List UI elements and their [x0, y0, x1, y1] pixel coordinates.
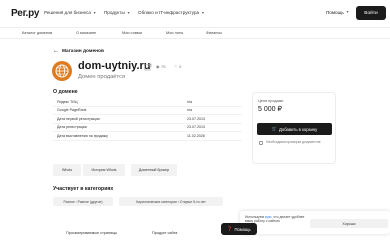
domain-broker-label: Доменный брокер — [138, 168, 170, 172]
whois-history-button[interactable]: История Whois — [83, 164, 125, 176]
row-key: Дата регистрации — [57, 125, 87, 130]
table-row: Дата первой регистрации 23.07.2013 — [53, 115, 242, 124]
price-card: Цена продажи 5 000 ₽ 🛒 Добавить в корзин… — [252, 92, 336, 164]
whois-label: Whois — [62, 168, 72, 172]
logo[interactable]: Рег.ру — [11, 8, 39, 19]
cart-icon: 🛒 — [271, 126, 277, 131]
domain-broker-button[interactable]: Доменный брокер — [131, 164, 177, 176]
pages-column-header: Просматриваемые страницы — [66, 231, 118, 235]
subnav-item-my-lots[interactable]: Мои лоты — [166, 31, 183, 35]
category-chip[interactable]: Кириллические категории › Старше 5-ти ле… — [119, 197, 223, 206]
back-link[interactable]: ← Магазин доменов — [53, 48, 104, 54]
top-bar: Рег.ру Решения для бизнеса ▼ Продукты ▼ … — [0, 0, 390, 26]
help-bubble-icon: ❓ — [227, 226, 233, 231]
documents-check-label: Необходима проверка документов — [266, 140, 321, 144]
table-row: Яндекс ТИЦ n/a — [53, 98, 242, 107]
row-value: n/a — [187, 108, 192, 113]
login-button[interactable]: Войти — [356, 6, 386, 20]
domain-name: dom-uytniy.ru — [78, 60, 151, 72]
checkbox-icon — [259, 140, 263, 145]
likes-stat[interactable]: ♡ 0 — [174, 64, 181, 69]
cookie-accept-label: Хорошо — [342, 221, 356, 226]
help-button[interactable]: ❓ Помощь — [221, 223, 257, 235]
heart-icon: ♡ — [174, 64, 178, 69]
arrow-left-icon: ← — [53, 48, 59, 54]
add-to-cart-button[interactable]: 🛒 Добавить в корзину — [257, 123, 332, 135]
nav-products-label: Продукты — [104, 10, 125, 15]
category-chip[interactable]: Разное › Разное (другое) — [53, 197, 113, 206]
product-column-header: Продукт сайта — [152, 231, 178, 235]
row-key: Дата первой регистрации — [57, 116, 100, 121]
table-row: Дата выставления на продажу 11.02.2026 — [53, 132, 242, 141]
row-key: Яндекс ТИЦ — [57, 99, 78, 104]
eye-icon: ◉ — [156, 64, 160, 69]
chevron-down-icon: ▼ — [92, 10, 97, 15]
about-title: О домене — [53, 89, 78, 95]
whois-history-label: История Whois — [91, 168, 117, 172]
sale-status: Домен продаётся — [78, 74, 126, 80]
subnav-item-about-store[interactable]: О магазине — [76, 31, 96, 35]
login-label: Войти — [364, 10, 378, 16]
table-row: Дата регистрации 23.07.2013 — [53, 124, 242, 132]
category-label: Разное › Разное (другое) — [63, 199, 103, 204]
row-value: n/a — [187, 99, 192, 104]
category-label: Кириллические категории › Старше 5-ти ле… — [136, 199, 206, 204]
price-value: 5 000 ₽ — [258, 106, 282, 113]
row-value: 11.02.2026 — [187, 133, 205, 138]
help-button-label: Помощь — [234, 226, 251, 232]
cookie-accept-button[interactable]: Хорошо — [310, 219, 388, 228]
views-count: 75 — [161, 64, 166, 69]
documents-check-note: Необходима проверка документов — [259, 140, 333, 145]
sub-nav: Каталог доменов О магазине Мои ставки Мо… — [0, 27, 390, 39]
cookie-banner: Используем куки, что делает удобнее вашу… — [240, 211, 390, 234]
categories-title: Участвует в категориях — [53, 186, 114, 192]
about-table: Яндекс ТИЦ n/a Google PageRank n/a Дата … — [53, 98, 242, 141]
nav-business-label: Решения для бизнеса — [44, 10, 91, 15]
row-value: 23.07.2013 — [187, 125, 205, 130]
external-link-icon[interactable] — [144, 63, 152, 71]
row-value: 23.07.2013 — [187, 116, 205, 121]
row-key: Дата выставления на продажу — [57, 133, 108, 138]
add-to-cart-label: Добавить в корзину — [279, 126, 318, 132]
chevron-down-icon: ▼ — [201, 10, 205, 15]
chevron-down-icon: ▼ — [345, 10, 350, 14]
help-menu[interactable]: Помощь ▼ — [326, 10, 349, 15]
nav-business[interactable]: Решения для бизнеса ▼ — [44, 10, 96, 15]
globe-icon — [52, 61, 72, 81]
nav-cloud[interactable]: Облако и IT-инфраструктура ▼ — [138, 10, 205, 15]
chevron-down-icon: ▼ — [126, 10, 131, 15]
subnav-item-catalog[interactable]: Каталог доменов — [22, 31, 52, 35]
subnav-item-my-bids[interactable]: Мои ставки — [122, 31, 142, 35]
subnav-item-finance[interactable]: Финансы — [206, 31, 222, 35]
price-label: Цена продажи — [258, 99, 284, 103]
help-label: Помощь — [326, 10, 344, 15]
whois-button[interactable]: Whois — [53, 164, 81, 176]
nav-cloud-label: Облако и IT-инфраструктура — [138, 10, 200, 15]
table-row: Google PageRank n/a — [53, 107, 242, 115]
nav-products[interactable]: Продукты ▼ — [104, 10, 130, 15]
likes-count: 0 — [179, 64, 182, 69]
views-stat: ◉ 75 — [156, 64, 165, 69]
row-key: Google PageRank — [57, 108, 87, 113]
back-label: Магазин доменов — [62, 48, 104, 54]
